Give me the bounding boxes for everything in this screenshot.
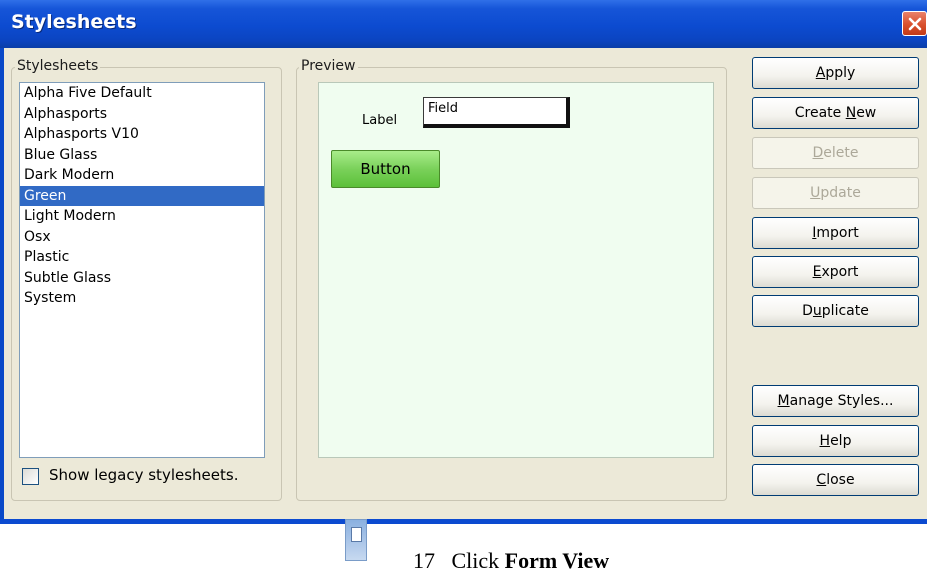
step-number: 17 [413,548,435,573]
import-button-text-rest: mport [816,225,859,241]
list-item[interactable]: Alphasports V10 [20,124,264,145]
form-view-icon [345,519,367,561]
list-item[interactable]: Dark Modern [20,165,264,186]
apply-button[interactable]: Apply [752,57,919,89]
create-new-button-accesskey: N [845,105,857,121]
delete-button-accesskey: D [812,145,824,161]
preview-group-label: Preview [299,58,358,74]
preview-panel [318,82,714,458]
close-icon [908,17,922,31]
list-item[interactable]: Light Modern [20,206,264,227]
close-window-button[interactable] [902,11,927,36]
update-button[interactable]: Update [752,177,919,209]
step-text: Click [451,548,500,573]
export-button[interactable]: Export [752,256,919,288]
step-bold-text: Form View [504,548,610,573]
close-button[interactable]: Close [752,464,919,496]
help-button-text-rest: elp [830,433,852,449]
list-item[interactable]: Alphasports [20,104,264,125]
manage-styles-button-accesskey: M [777,393,790,409]
window-frame-bottom [0,519,927,524]
legacy-stylesheets-checkbox[interactable] [22,468,39,485]
close-button-text-rest: lose [826,472,855,488]
create-new-button-text-rest: ew [856,105,877,121]
duplicate-button[interactable]: Duplicate [752,295,919,327]
preview-sample-button: Button [331,150,440,188]
delete-button[interactable]: Delete [752,137,919,169]
list-item[interactable]: System [20,288,264,309]
stylesheets-dialog: Stylesheets Stylesheets Alpha Five Defau… [0,0,927,524]
manage-styles-button-text-rest: anage Styles... [789,393,894,409]
list-item[interactable]: Alpha Five Default [20,83,264,104]
window-title: Stylesheets [11,11,137,33]
help-button[interactable]: Help [752,425,919,457]
list-item[interactable]: Plastic [20,247,264,268]
import-button[interactable]: Import [752,217,919,249]
close-button-accesskey: C [816,472,827,488]
list-item-selected[interactable]: Green [20,185,264,206]
apply-button-text-rest: pply [825,65,856,81]
list-item[interactable]: Blue Glass [20,145,264,166]
duplicate-button-text: D [802,303,813,319]
update-button-accesskey: U [810,185,821,201]
stylesheets-group-label: Stylesheets [15,58,101,74]
instruction-step: 17 Click Form View [413,548,609,574]
preview-sample-field: Field [423,97,570,128]
export-button-text-rest: xport [821,264,859,280]
window-frame-left [0,48,4,524]
list-item[interactable]: Osx [20,227,264,248]
form-view-icon-glyph [351,527,362,542]
update-button-text-rest: pdate [820,185,861,201]
title-bar[interactable]: Stylesheets [0,0,927,48]
delete-button-text-rest: elete [823,145,859,161]
manage-styles-button[interactable]: Manage Styles... [752,385,919,417]
duplicate-button-accesskey: u [812,303,822,319]
stylesheets-list[interactable]: Alpha Five Default Alphasports Alphaspor… [19,82,265,458]
legacy-stylesheets-label[interactable]: Show legacy stylesheets. [49,466,238,484]
duplicate-button-text-rest: plicate [821,303,869,319]
help-button-accesskey: H [819,433,831,449]
list-item[interactable]: Subtle Glass [20,268,264,289]
apply-button-accesskey: A [815,65,826,81]
create-new-button[interactable]: Create New [752,97,919,129]
create-new-button-text: Create [794,105,846,121]
preview-sample-label: Label [362,113,398,128]
